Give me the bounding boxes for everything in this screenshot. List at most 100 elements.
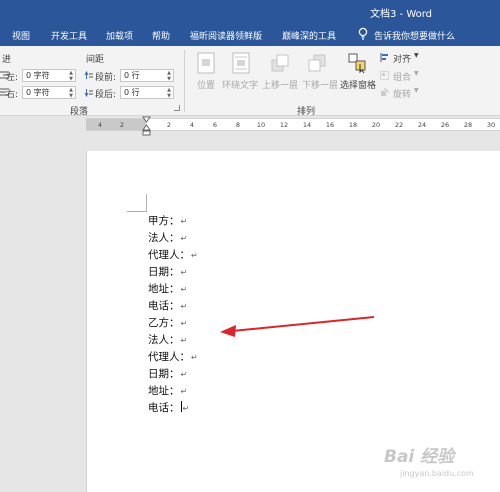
spacing-before-value: 0 行 — [124, 71, 140, 80]
line-text: 代理人： — [148, 351, 190, 363]
line-text: 法人： — [148, 334, 180, 346]
margin-corner-mark — [146, 194, 147, 212]
document-line[interactable]: 乙方：↵ — [148, 315, 187, 330]
tell-me-box[interactable]: 告诉我你想要做什么 — [374, 29, 455, 42]
paragraph-mark-icon: ↵ — [191, 353, 198, 362]
ruler-tick: 12 — [279, 121, 289, 129]
document-line[interactable]: 日期：↵ — [148, 264, 187, 279]
line-text: 代理人： — [148, 249, 190, 261]
ruler-tick: 18 — [348, 121, 358, 129]
document-line[interactable]: 日期：↵ — [148, 366, 187, 381]
spin-arrows-icon[interactable]: ▲ ▼ — [69, 87, 73, 99]
send-backward-button[interactable]: 下移一层 — [302, 78, 338, 91]
bring-forward-button[interactable]: 上移一层 — [262, 78, 298, 91]
ruler-tick: 6 — [212, 121, 218, 129]
ruler-tick: 2 — [119, 121, 125, 129]
document-line[interactable]: 法人：↵ — [148, 332, 187, 347]
baidu-logo-icon: Bai 经验 jingyan.baidu.com — [384, 447, 474, 478]
rotate-button[interactable]: 旋转 — [393, 87, 411, 100]
svg-text:Bai 经验: Bai 经验 — [384, 447, 457, 467]
spacing-before-input[interactable]: 0 行 ▲ ▼ — [120, 69, 174, 82]
document-line[interactable]: 代理人：↵ — [148, 247, 198, 262]
line-text: 电话： — [148, 402, 180, 414]
paragraph-mark-icon: ↵ — [180, 234, 188, 243]
document-line[interactable]: 地址：↵ — [148, 281, 187, 296]
wrap-text-icon — [232, 52, 250, 74]
spin-arrows-icon[interactable]: ▲ ▼ — [167, 70, 171, 82]
spacing-header: 间距 — [86, 55, 105, 65]
ruler-tick: 22 — [394, 121, 404, 129]
arrange-group-label: 排列 — [297, 107, 316, 117]
line-text: 日期： — [148, 368, 180, 380]
tab-help[interactable]: 帮助 — [152, 29, 170, 42]
paragraph-mark-icon: ↵ — [180, 285, 188, 294]
document-line[interactable]: 甲方：↵ — [148, 213, 187, 228]
ruler-tick: 4 — [97, 121, 103, 129]
paragraph-mark-icon: ↵ — [180, 387, 188, 396]
ruler-tick: 2 — [166, 121, 172, 129]
line-text: 地址： — [148, 385, 180, 397]
chevron-down-icon[interactable]: ▼ — [414, 70, 419, 77]
line-text: 日期： — [148, 266, 180, 278]
ruler-tick: 20 — [371, 121, 381, 129]
spin-arrows-icon[interactable]: ▲ ▼ — [167, 87, 171, 99]
wrap-text-button[interactable]: 环绕文字 — [222, 78, 258, 91]
indent-left-label: 左: — [6, 73, 19, 83]
ruler-tick: 16 — [325, 121, 335, 129]
group-separator — [184, 50, 185, 112]
paragraph-mark-icon: ↵ — [191, 251, 198, 260]
tab-addins[interactable]: 加载项 — [106, 29, 133, 42]
paragraph-mark-icon: ↵ — [182, 404, 190, 413]
group-button[interactable]: 组合 — [393, 70, 411, 83]
align-icon — [380, 53, 388, 62]
paragraph-mark-icon: ↵ — [180, 336, 188, 345]
document-line[interactable]: 地址：↵ — [148, 383, 187, 398]
ruler-tick: 28 — [463, 121, 473, 129]
ruler-tick: 8 — [235, 121, 241, 129]
position-button[interactable]: 位置 — [197, 78, 215, 91]
tab-foxit[interactable]: 福昕阅读器领鲜版 — [190, 29, 262, 42]
paragraph-mark-icon: ↵ — [180, 268, 188, 277]
spin-arrows-icon[interactable]: ▲ ▼ — [69, 70, 73, 82]
baidu-watermark: Bai 经验 jingyan.baidu.com — [380, 440, 495, 480]
tab-developer[interactable]: 开发工具 — [51, 29, 87, 42]
paragraph-mark-icon: ↵ — [180, 370, 188, 379]
document-line[interactable]: 法人：↵ — [148, 230, 187, 245]
chevron-down-icon[interactable]: ▼ — [414, 87, 419, 94]
selection-pane-button[interactable]: 选择窗格 — [340, 78, 376, 91]
ruler-margin — [86, 119, 146, 130]
group-icon — [380, 71, 389, 80]
rotate-icon — [381, 88, 389, 96]
selection-pane-icon — [348, 53, 366, 74]
chevron-down-icon[interactable]: ▼ — [414, 52, 419, 59]
document-line[interactable]: 电话：↵ — [148, 298, 187, 313]
indent-right-value: 0 字符 — [26, 88, 50, 97]
indent-right-input[interactable]: 0 字符 ▲ ▼ — [22, 86, 76, 99]
line-text: 地址： — [148, 283, 180, 295]
align-button[interactable]: 对齐 — [393, 52, 411, 65]
line-text: 甲方： — [148, 215, 180, 227]
tab-tools[interactable]: 巅峰深的工具 — [282, 29, 336, 42]
spacing-after-icon — [84, 89, 93, 97]
document-line[interactable]: 代理人：↵ — [148, 349, 198, 364]
paragraph-mark-icon: ↵ — [180, 319, 188, 328]
ruler-tick: 4 — [189, 121, 195, 129]
margin-corner-mark — [127, 211, 146, 212]
indent-left-value: 0 字符 — [26, 71, 50, 80]
title-bar: 文档3 - Word — [0, 0, 500, 22]
line-text: 乙方： — [148, 317, 180, 329]
indent-right-label: 右: — [6, 90, 19, 100]
indent-marker-icon[interactable] — [142, 116, 151, 136]
spacing-after-value: 0 行 — [124, 88, 140, 97]
ruler-tick: 10 — [256, 121, 266, 129]
indent-left-input[interactable]: 0 字符 ▲ ▼ — [22, 69, 76, 82]
spacing-after-input[interactable]: 0 行 ▲ ▼ — [120, 86, 174, 99]
tab-view[interactable]: 视图 — [12, 29, 30, 42]
lightbulb-icon — [358, 27, 368, 40]
paragraph-dialog-launcher-icon[interactable] — [174, 105, 180, 111]
document-line[interactable]: 电话：↵ — [148, 400, 189, 415]
ribbon: 进 间距 左: 0 字符 ▲ ▼ 右: 0 字符 ▲ ▼ 段前: 0 行 ▲ ▼ 段后… — [0, 46, 500, 117]
spacing-before-label: 段前: — [95, 73, 117, 83]
ruler-tick: 30 — [486, 121, 496, 129]
indent-header: 进 — [2, 55, 12, 65]
